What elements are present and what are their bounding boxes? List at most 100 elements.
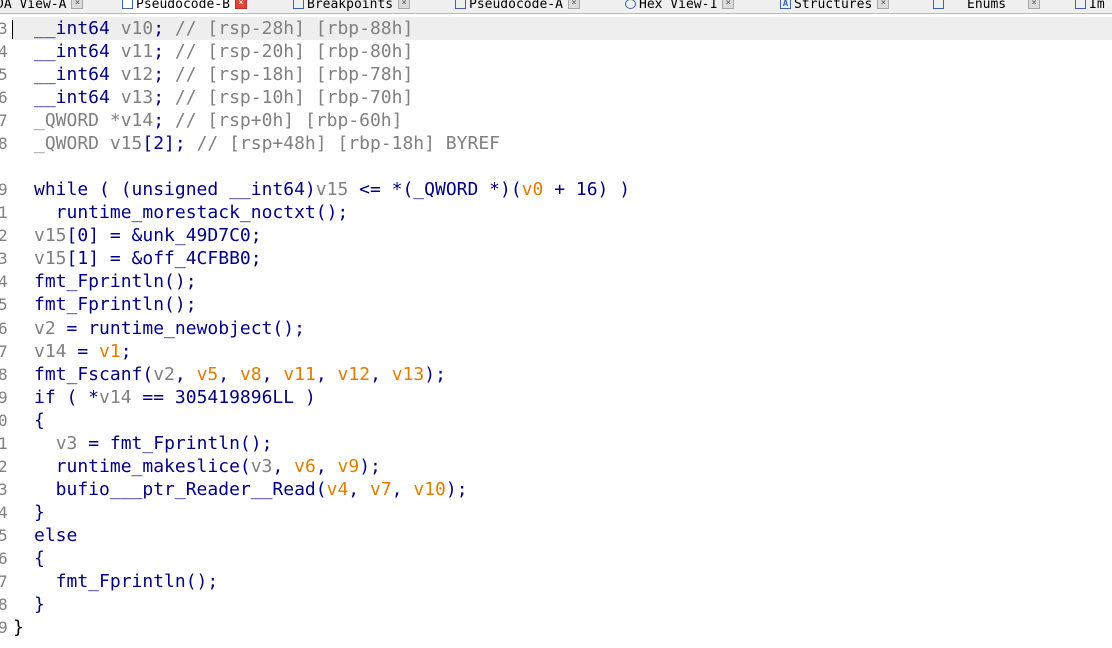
imports-icon xyxy=(1075,0,1086,9)
close-icon[interactable]: × xyxy=(71,0,84,9)
code-line[interactable]: if ( *v14 == 305419896LL ) xyxy=(34,386,316,409)
line-number: 4 xyxy=(0,272,8,292)
line-number: 6 xyxy=(0,88,8,108)
pseudocode-icon xyxy=(122,0,133,9)
code-line[interactable]: while ( (unsigned __int64)v15 <= *(_QWOR… xyxy=(34,178,630,201)
tab-imports[interactable]: Im xyxy=(1075,0,1105,13)
tab-pseudocode-b[interactable]: Pseudocode-B × xyxy=(122,0,247,13)
code-line[interactable]: v14 = v1; xyxy=(34,340,132,363)
code-token: _QWORD xyxy=(34,133,110,155)
code-line[interactable]: } xyxy=(34,593,45,616)
code-token: v12 xyxy=(120,64,154,86)
code-token: // [rsp+0h] [rbp-60h] xyxy=(174,110,403,132)
code-token: [1] = &off_4CFBB0; xyxy=(66,248,262,270)
tab-enums[interactable]: Enums × xyxy=(933,0,1041,13)
code-token: bufio___ptr_Reader__Read( xyxy=(34,478,327,500)
tab-label: Breakpoints xyxy=(307,0,394,12)
code-token: __int64 xyxy=(34,87,121,109)
line-number: 2 xyxy=(0,456,8,476)
code-token: v15 xyxy=(109,133,143,155)
code-token: ; xyxy=(153,18,175,39)
close-icon[interactable]: × xyxy=(877,0,890,9)
code-line[interactable]: __int64 v13; // [rsp-10h] [rbp-70h] xyxy=(34,86,413,109)
tab-label: Enums xyxy=(967,0,1007,12)
hex-icon xyxy=(625,0,636,9)
line-number: 8 xyxy=(0,595,8,614)
code-line[interactable]: bufio___ptr_Reader__Read(v4, v7, v10); xyxy=(34,478,468,501)
code-token: v6 xyxy=(294,455,316,477)
tab-hex-view-1[interactable]: Hex View-1 × xyxy=(625,0,735,13)
tab-ida-view-a[interactable]: DA View-A × xyxy=(0,0,84,13)
code-line[interactable]: } xyxy=(34,501,45,524)
code-line[interactable]: } xyxy=(13,616,24,639)
code-line[interactable]: fmt_Fprintln(); xyxy=(34,570,219,593)
code-line[interactable]: v15[1] = &off_4CFBB0; xyxy=(34,247,262,270)
code-token: , xyxy=(348,478,370,500)
line-number: 9 xyxy=(0,180,8,200)
code-token: // [rsp-10h] [rbp-70h] xyxy=(174,87,414,109)
code-line[interactable]: v2 = runtime_newobject(); xyxy=(34,317,305,340)
tab-label: DA View-A xyxy=(0,0,67,12)
line-number: 7 xyxy=(0,111,8,131)
code-line[interactable]: runtime_morestack_noctxt(); xyxy=(34,201,349,224)
code-line[interactable]: __int64 v10; // [rsp-28h] [rbp-88h] xyxy=(34,17,413,40)
code-token: [2]; xyxy=(142,133,197,155)
close-icon[interactable]: × xyxy=(1028,0,1041,9)
code-token: fmt_Fprintln(); xyxy=(34,570,219,592)
code-token: v13 xyxy=(120,87,154,109)
code-token: if ( * xyxy=(34,386,100,408)
line-number: 3 xyxy=(0,19,8,38)
line-number: 7 xyxy=(0,571,8,591)
code-line[interactable]: fmt_Fprintln(); xyxy=(34,293,197,316)
code-line[interactable]: fmt_Fprintln(); xyxy=(34,270,197,293)
code-token: runtime_morestack_noctxt(); xyxy=(34,202,349,224)
line-number: 4 xyxy=(0,42,8,62)
code-token: fmt_Fprintln(); xyxy=(34,271,197,293)
line-number: 5 xyxy=(0,65,8,85)
line-number: 0 xyxy=(0,410,8,430)
close-icon[interactable]: × xyxy=(722,0,735,9)
code-line[interactable]: v15[0] = &unk_49D7C0; xyxy=(34,224,262,247)
code-line[interactable]: { xyxy=(34,547,45,570)
tab-breakpoints[interactable]: Breakpoints × xyxy=(293,0,411,13)
code-token: = fmt_Fprintln(); xyxy=(77,432,273,454)
tab-label: Im xyxy=(1089,0,1105,12)
code-token: else xyxy=(34,524,78,546)
code-line[interactable]: __int64 v11; // [rsp-20h] [rbp-80h] xyxy=(34,40,413,63)
code-line[interactable]: runtime_makeslice(v3, v6, v9); xyxy=(34,455,381,478)
code-token: , xyxy=(174,363,197,385)
code-token: } xyxy=(34,501,45,523)
code-line[interactable]: v3 = fmt_Fprintln(); xyxy=(34,432,273,455)
line-number: 1 xyxy=(0,203,8,223)
code-token: // [rsp-18h] [rbp-78h] xyxy=(174,64,414,86)
close-icon[interactable]: × xyxy=(567,0,580,9)
line-number: 7 xyxy=(0,341,8,361)
line-number: 9 xyxy=(0,618,8,638)
code-token: ); xyxy=(359,455,381,477)
code-token: [0] = &unk_49D7C0; xyxy=(66,225,262,247)
code-token: v3 xyxy=(250,455,273,477)
code-line[interactable]: _QWORD v15[2]; // [rsp+48h] [rbp-18h] BY… xyxy=(34,132,500,155)
close-icon[interactable]: × xyxy=(398,0,411,9)
code-token: + 16) ) xyxy=(543,179,631,201)
code-line[interactable]: _QWORD *v14; // [rsp+0h] [rbp-60h] xyxy=(34,109,402,132)
code-token: , xyxy=(272,455,295,477)
code-line[interactable]: else xyxy=(34,524,77,547)
tab-label: Structures xyxy=(794,0,873,12)
tab-pseudocode-a[interactable]: Pseudocode-A × xyxy=(455,0,580,13)
code-line[interactable]: __int64 v12; // [rsp-18h] [rbp-78h] xyxy=(34,63,413,86)
code-line[interactable]: { xyxy=(34,409,45,432)
code-token: } xyxy=(13,617,24,639)
line-number: 8 xyxy=(0,364,8,384)
close-icon[interactable]: × xyxy=(234,0,247,9)
pseudocode-icon xyxy=(455,0,466,9)
code-line[interactable]: fmt_Fscanf(v2, v5, v8, v11, v12, v13); xyxy=(34,363,446,386)
code-token: _QWORD * xyxy=(34,110,121,132)
code-token: v9 xyxy=(337,455,360,477)
code-token: , xyxy=(261,363,284,385)
line-number: 5 xyxy=(0,525,8,545)
tab-structures[interactable]: A Structures × xyxy=(780,0,890,13)
line-number-gutter: 3 4 5 6 7 8 9 1 2 3 4 5 6 7 8 9 0 1 2 3 4 5 6 7 8 9 xyxy=(0,14,10,648)
code-token: v11 xyxy=(283,363,316,385)
code-token: v8 xyxy=(239,363,262,385)
